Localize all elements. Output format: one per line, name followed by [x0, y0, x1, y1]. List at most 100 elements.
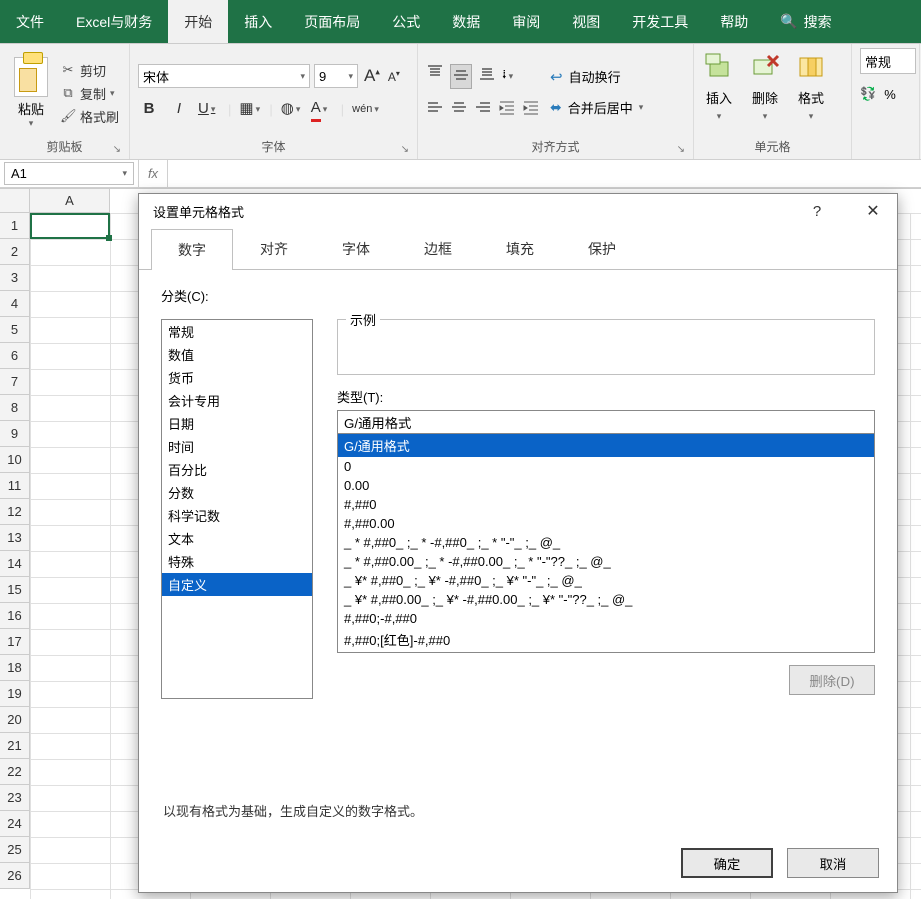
row-header[interactable]: 7	[0, 369, 30, 395]
dialog-tab-protection[interactable]: 保护	[561, 228, 643, 269]
dialog-launcher-icon[interactable]: ↘	[113, 144, 121, 155]
column-header[interactable]: A	[30, 189, 110, 213]
select-all-corner[interactable]	[0, 189, 30, 213]
dialog-tab-fill[interactable]: 填充	[479, 228, 561, 269]
category-item[interactable]: 数值	[162, 343, 312, 366]
row-header[interactable]: 26	[0, 863, 30, 889]
row-header[interactable]: 25	[0, 837, 30, 863]
name-box[interactable]: A1 ▾	[4, 162, 134, 185]
category-item[interactable]: 常规	[162, 320, 312, 343]
type-item[interactable]: #,##0	[338, 495, 874, 514]
tab-search[interactable]: 🔍 搜索	[764, 0, 847, 43]
dialog-tab-number[interactable]: 数字	[151, 229, 233, 270]
category-item[interactable]: 时间	[162, 435, 312, 458]
type-item[interactable]: G/通用格式	[338, 434, 874, 457]
row-header[interactable]: 8	[0, 395, 30, 421]
fx-label[interactable]: fx	[138, 160, 168, 187]
align-left-button[interactable]	[426, 99, 444, 120]
type-item[interactable]: _ * #,##0.00_ ;_ * -#,##0.00_ ;_ * "-"??…	[338, 552, 874, 571]
row-header[interactable]: 4	[0, 291, 30, 317]
row-header[interactable]: 3	[0, 265, 30, 291]
tab-view[interactable]: 视图	[556, 0, 616, 43]
row-header[interactable]: 14	[0, 551, 30, 577]
type-input[interactable]	[337, 410, 875, 434]
tab-home[interactable]: 开始	[168, 0, 228, 43]
tab-layout[interactable]: 页面布局	[288, 0, 376, 43]
delete-format-button[interactable]: 删除(D)	[789, 665, 875, 695]
dialog-launcher-icon[interactable]: ↘	[677, 144, 685, 155]
cut-button[interactable]: ✂ 剪切	[60, 61, 119, 80]
font-size-combo[interactable]: 9 ▾	[314, 64, 358, 88]
merge-center-button[interactable]: ⬌ 合并后居中 ▾	[550, 98, 643, 117]
align-right-button[interactable]	[474, 99, 492, 120]
decrease-font-button[interactable]: A▾	[386, 69, 402, 84]
type-item[interactable]: #,##0;-#,##0	[338, 609, 874, 628]
row-header[interactable]: 9	[0, 421, 30, 447]
type-listbox[interactable]: G/通用格式00.00#,##0#,##0.00_ * #,##0_ ;_ * …	[337, 433, 875, 653]
row-header[interactable]: 16	[0, 603, 30, 629]
row-header[interactable]: 11	[0, 473, 30, 499]
tab-insert[interactable]: 插入	[228, 0, 288, 43]
increase-font-button[interactable]: A▴	[362, 66, 382, 86]
row-header[interactable]: 19	[0, 681, 30, 707]
row-header[interactable]: 17	[0, 629, 30, 655]
type-item[interactable]: #,##0.00	[338, 514, 874, 533]
italic-button[interactable]: I	[168, 98, 190, 120]
tab-formula[interactable]: 公式	[376, 0, 436, 43]
wrap-text-button[interactable]: ↩ 自动换行	[550, 67, 643, 86]
type-item[interactable]: 0.00	[338, 476, 874, 495]
tab-review[interactable]: 审阅	[496, 0, 556, 43]
row-header[interactable]: 6	[0, 343, 30, 369]
type-item[interactable]: _ ¥* #,##0.00_ ;_ ¥* -#,##0.00_ ;_ ¥* "-…	[338, 590, 874, 609]
category-listbox[interactable]: 常规数值货币会计专用日期时间百分比分数科学记数文本特殊自定义	[161, 319, 313, 699]
accounting-format-button[interactable]: 💱	[860, 86, 876, 102]
dialog-tab-border[interactable]: 边框	[397, 228, 479, 269]
category-item[interactable]: 百分比	[162, 458, 312, 481]
row-header[interactable]: 22	[0, 759, 30, 785]
category-item[interactable]: 货币	[162, 366, 312, 389]
percent-style-button[interactable]: %	[884, 87, 896, 102]
decrease-indent-button[interactable]	[498, 99, 516, 120]
row-header[interactable]: 1	[0, 213, 30, 239]
insert-cells-button[interactable]: 插入 ▾	[702, 50, 736, 122]
font-name-combo[interactable]: 宋体 ▾	[138, 64, 310, 88]
tab-help[interactable]: 帮助	[704, 0, 764, 43]
format-cells-button[interactable]: 格式 ▾	[794, 50, 828, 122]
copy-button[interactable]: ⧉ 复制 ▾	[60, 84, 119, 103]
align-middle-button[interactable]	[450, 64, 472, 89]
number-format-combo[interactable]: 常规	[860, 48, 916, 74]
cancel-button[interactable]: 取消	[787, 848, 879, 878]
close-button[interactable]: ✕	[853, 197, 893, 225]
border-button[interactable]: ▦▾	[239, 98, 261, 120]
type-item[interactable]: _ ¥* #,##0_ ;_ ¥* -#,##0_ ;_ ¥* "-"_ ;_ …	[338, 571, 874, 590]
phonetic-button[interactable]: wén▾	[352, 98, 379, 120]
category-item[interactable]: 分数	[162, 481, 312, 504]
row-header[interactable]: 20	[0, 707, 30, 733]
category-item[interactable]: 自定义	[162, 573, 312, 596]
row-header[interactable]: 24	[0, 811, 30, 837]
row-header[interactable]: 15	[0, 577, 30, 603]
row-header[interactable]: 21	[0, 733, 30, 759]
align-bottom-button[interactable]	[478, 64, 496, 89]
align-center-button[interactable]	[450, 99, 468, 120]
help-button[interactable]: ?	[797, 197, 837, 225]
dialog-tab-alignment[interactable]: 对齐	[233, 228, 315, 269]
row-header[interactable]: 23	[0, 785, 30, 811]
tab-data[interactable]: 数据	[436, 0, 496, 43]
increase-indent-button[interactable]	[522, 99, 540, 120]
paste-button[interactable]: 粘贴 ▾	[8, 55, 54, 129]
row-header[interactable]: 10	[0, 447, 30, 473]
tab-dev[interactable]: 开发工具	[616, 0, 704, 43]
align-top-button[interactable]	[426, 64, 444, 89]
tab-file[interactable]: 文件	[0, 0, 60, 43]
category-item[interactable]: 会计专用	[162, 389, 312, 412]
underline-button[interactable]: U▾	[198, 98, 220, 120]
font-color-button[interactable]: A▾	[311, 98, 333, 120]
category-item[interactable]: 特殊	[162, 550, 312, 573]
format-painter-button[interactable]: 🖌 格式刷	[60, 107, 119, 126]
dialog-tab-font[interactable]: 字体	[315, 228, 397, 269]
tab-addon[interactable]: Excel与财务	[60, 0, 168, 43]
fill-color-button[interactable]: ◍▾	[281, 98, 303, 120]
row-header[interactable]: 2	[0, 239, 30, 265]
row-header[interactable]: 5	[0, 317, 30, 343]
